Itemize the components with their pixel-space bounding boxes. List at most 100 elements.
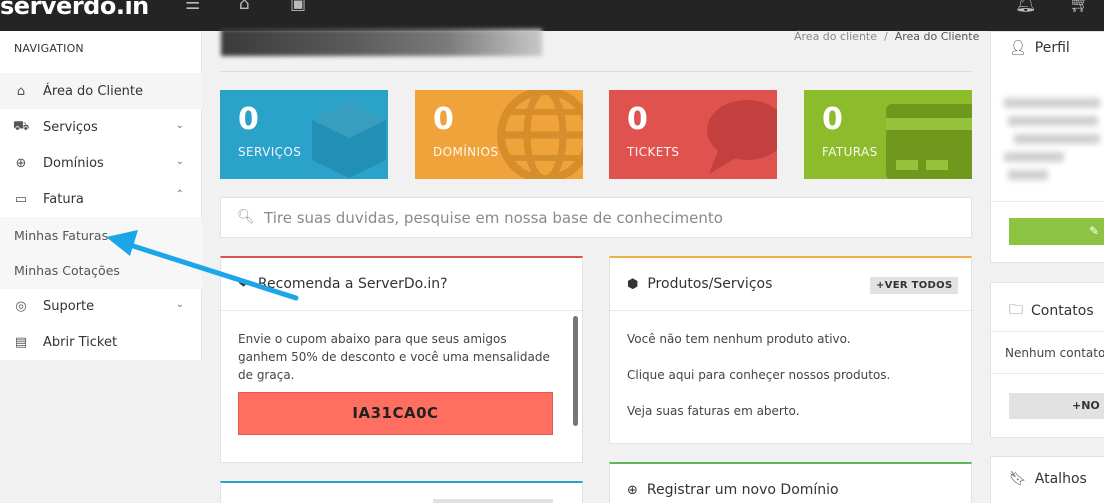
- panel-separator: [991, 201, 1104, 202]
- new-contact-button[interactable]: +NO: [1009, 393, 1104, 419]
- recommend-text: Envie o cupom abaixo para que seus amigo…: [238, 332, 550, 382]
- bookmarks-panel: 🔖︎ Atalhos: [990, 456, 1104, 503]
- tile-label: DOMÍNIOS: [433, 145, 499, 159]
- blurred-page-title: [221, 29, 542, 56]
- tile-value: 0: [627, 102, 648, 137]
- register-domain-panel: ⊕ Registrar um novo Domínio: [609, 462, 972, 503]
- globe-icon: ⊕: [15, 155, 27, 171]
- sidebar-item-fatura[interactable]: ▭ Fatura ⌃: [0, 181, 202, 217]
- sidebar-item-abrir-ticket[interactable]: ▤ Abrir Ticket: [0, 324, 202, 360]
- tile-dominios[interactable]: 0 DOMÍNIOS: [415, 90, 583, 179]
- chevron-down-icon: ⌄: [175, 299, 184, 310]
- panel-separator: [991, 373, 1104, 374]
- sidebar-item-dominios[interactable]: ⊕ Domínios ⌄: [0, 145, 202, 181]
- sidebar-subitem-minhas-faturas[interactable]: Minhas Faturas: [14, 228, 108, 243]
- hamburger-icon[interactable]: ☰: [185, 0, 200, 13]
- sidebar-item-label: Domínios: [43, 155, 104, 171]
- top-bar: serverdo.in ☰ ⌂ ▣ 🔔︎ 🛒︎: [0, 0, 1104, 31]
- credit-card-icon: ▭: [14, 191, 28, 207]
- breadcrumb: Área do cliente / Área do Cliente: [794, 30, 979, 43]
- next-panel: [220, 481, 583, 503]
- globe-icon: [497, 90, 583, 179]
- chevron-down-icon: ⌄: [175, 120, 184, 131]
- coupon-code[interactable]: IA31CA0C: [238, 392, 553, 435]
- products-empty-text: Você não tem nenhum produto ativo.: [627, 332, 851, 346]
- sidebar-item-label: Suporte: [43, 298, 95, 314]
- cart-icon[interactable]: 🛒︎: [1069, 0, 1091, 13]
- edit-profile-button[interactable]: ✎: [1009, 218, 1104, 245]
- panel-separator: [221, 310, 582, 311]
- panel-title-text: Atalhos: [1034, 471, 1087, 487]
- divider: [220, 71, 972, 72]
- panel-button[interactable]: [433, 499, 553, 503]
- chevron-down-icon: ⌄: [175, 156, 184, 167]
- contacts-empty-text: Nenhum contato: [1005, 346, 1104, 360]
- heart-icon: ❤: [238, 276, 249, 292]
- invoices-link[interactable]: Veja suas faturas em aberto.: [627, 402, 800, 420]
- logo[interactable]: serverdo.in: [0, 0, 149, 20]
- lifebuoy-icon: ◎: [15, 298, 27, 314]
- globe-icon: ⊕: [627, 482, 638, 498]
- bell-icon[interactable]: 🔔︎: [1015, 0, 1037, 13]
- recommend-panel: ❤ Recomenda a ServerDo.in? Envie o cupom…: [220, 256, 583, 463]
- contacts-panel: 🗀︎ Contatos Nenhum contato +NO: [990, 282, 1104, 438]
- chevron-up-icon: ⌃: [175, 189, 184, 200]
- search-icon: 🔍︎: [237, 209, 255, 225]
- pencil-icon: ✎: [1089, 224, 1100, 238]
- credit-card-icon: [886, 104, 972, 179]
- panel-title-text: Perfil: [1034, 40, 1070, 56]
- tile-faturas[interactable]: 0 FATURAS: [804, 90, 972, 179]
- breadcrumb-current: Área do Cliente: [894, 30, 980, 43]
- breadcrumb-parent[interactable]: Área do cliente: [794, 30, 877, 43]
- sidebar-subitem-minhas-cotacoes[interactable]: Minhas Cotações: [14, 263, 120, 278]
- folder-icon: 🗀︎: [1009, 302, 1023, 318]
- panel-title-text: Contatos: [1031, 303, 1094, 319]
- basket-icon: ⛟: [13, 118, 30, 134]
- tile-tickets[interactable]: 0 TICKETS: [609, 90, 777, 179]
- panel-title-text: Registrar um novo Domínio: [646, 482, 839, 498]
- panel-title: ❤ Recomenda a ServerDo.in?: [238, 276, 448, 292]
- sidebar-item-servicos[interactable]: ⛟ Serviços ⌄: [0, 109, 202, 145]
- panel-title: 🔖︎ Atalhos: [1009, 471, 1087, 487]
- scrollbar-thumb[interactable]: [573, 316, 578, 426]
- home-icon: ⌂: [16, 83, 26, 99]
- user-icon: 👤︎: [1009, 40, 1027, 56]
- sidebar-item-area-cliente[interactable]: ⌂ Área do Cliente: [0, 73, 202, 109]
- tile-value: 0: [433, 102, 454, 137]
- home-icon[interactable]: ⌂: [239, 0, 250, 13]
- tile-value: 0: [822, 102, 843, 137]
- tile-servicos[interactable]: 0 SERVIÇOS: [220, 90, 388, 179]
- knowledgebase-search: 🔍︎: [220, 197, 972, 238]
- panel-separator: [610, 310, 971, 311]
- search-input[interactable]: [264, 206, 954, 230]
- tile-value: 0: [238, 102, 259, 137]
- sidebar-item-suporte[interactable]: ◎ Suporte ⌄: [0, 288, 202, 324]
- panel-separator: [991, 331, 1104, 332]
- panel-title-text: Recomenda a ServerDo.in?: [257, 276, 448, 292]
- panel-title: 🗀︎ Contatos: [1009, 299, 1094, 323]
- blurred-profile-info: [1004, 94, 1104, 194]
- sidebar-item-label: Área do Cliente: [43, 83, 144, 99]
- sidebar-item-label: Abrir Ticket: [43, 334, 118, 350]
- panel-title: 👤︎ Perfil: [1009, 40, 1070, 56]
- ticket-icon: ▤: [14, 334, 28, 350]
- tile-label: TICKETS: [627, 145, 680, 159]
- products-link[interactable]: Clique aqui para conheçer nossos produto…: [627, 366, 890, 384]
- panel-title: ⊕ Registrar um novo Domínio: [627, 482, 839, 498]
- tile-label: FATURAS: [822, 145, 878, 159]
- panel-title: ⬢ Produtos/Serviços: [627, 276, 772, 292]
- bookmark-icon: 🔖︎: [1009, 471, 1027, 487]
- cube-icon: ⬢: [627, 276, 639, 292]
- view-all-button[interactable]: +VER TODOS: [870, 277, 959, 294]
- products-panel: ⬢ Produtos/Serviços +VER TODOS Você não …: [609, 256, 972, 444]
- sidebar-item-label: Fatura: [43, 191, 84, 207]
- chat-bubble-icon: [707, 100, 777, 174]
- tile-label: SERVIÇOS: [238, 145, 302, 159]
- breadcrumb-separator: /: [884, 30, 888, 43]
- cube-icon: [312, 102, 386, 178]
- image-icon[interactable]: ▣: [290, 0, 306, 13]
- sidebar: NAVIGATION ⌂ Área do Cliente ⛟ Serviços …: [0, 31, 202, 360]
- sidebar-item-label: Serviços: [43, 119, 98, 135]
- nav-heading: NAVIGATION: [14, 42, 84, 55]
- panel-title-text: Produtos/Serviços: [647, 276, 773, 292]
